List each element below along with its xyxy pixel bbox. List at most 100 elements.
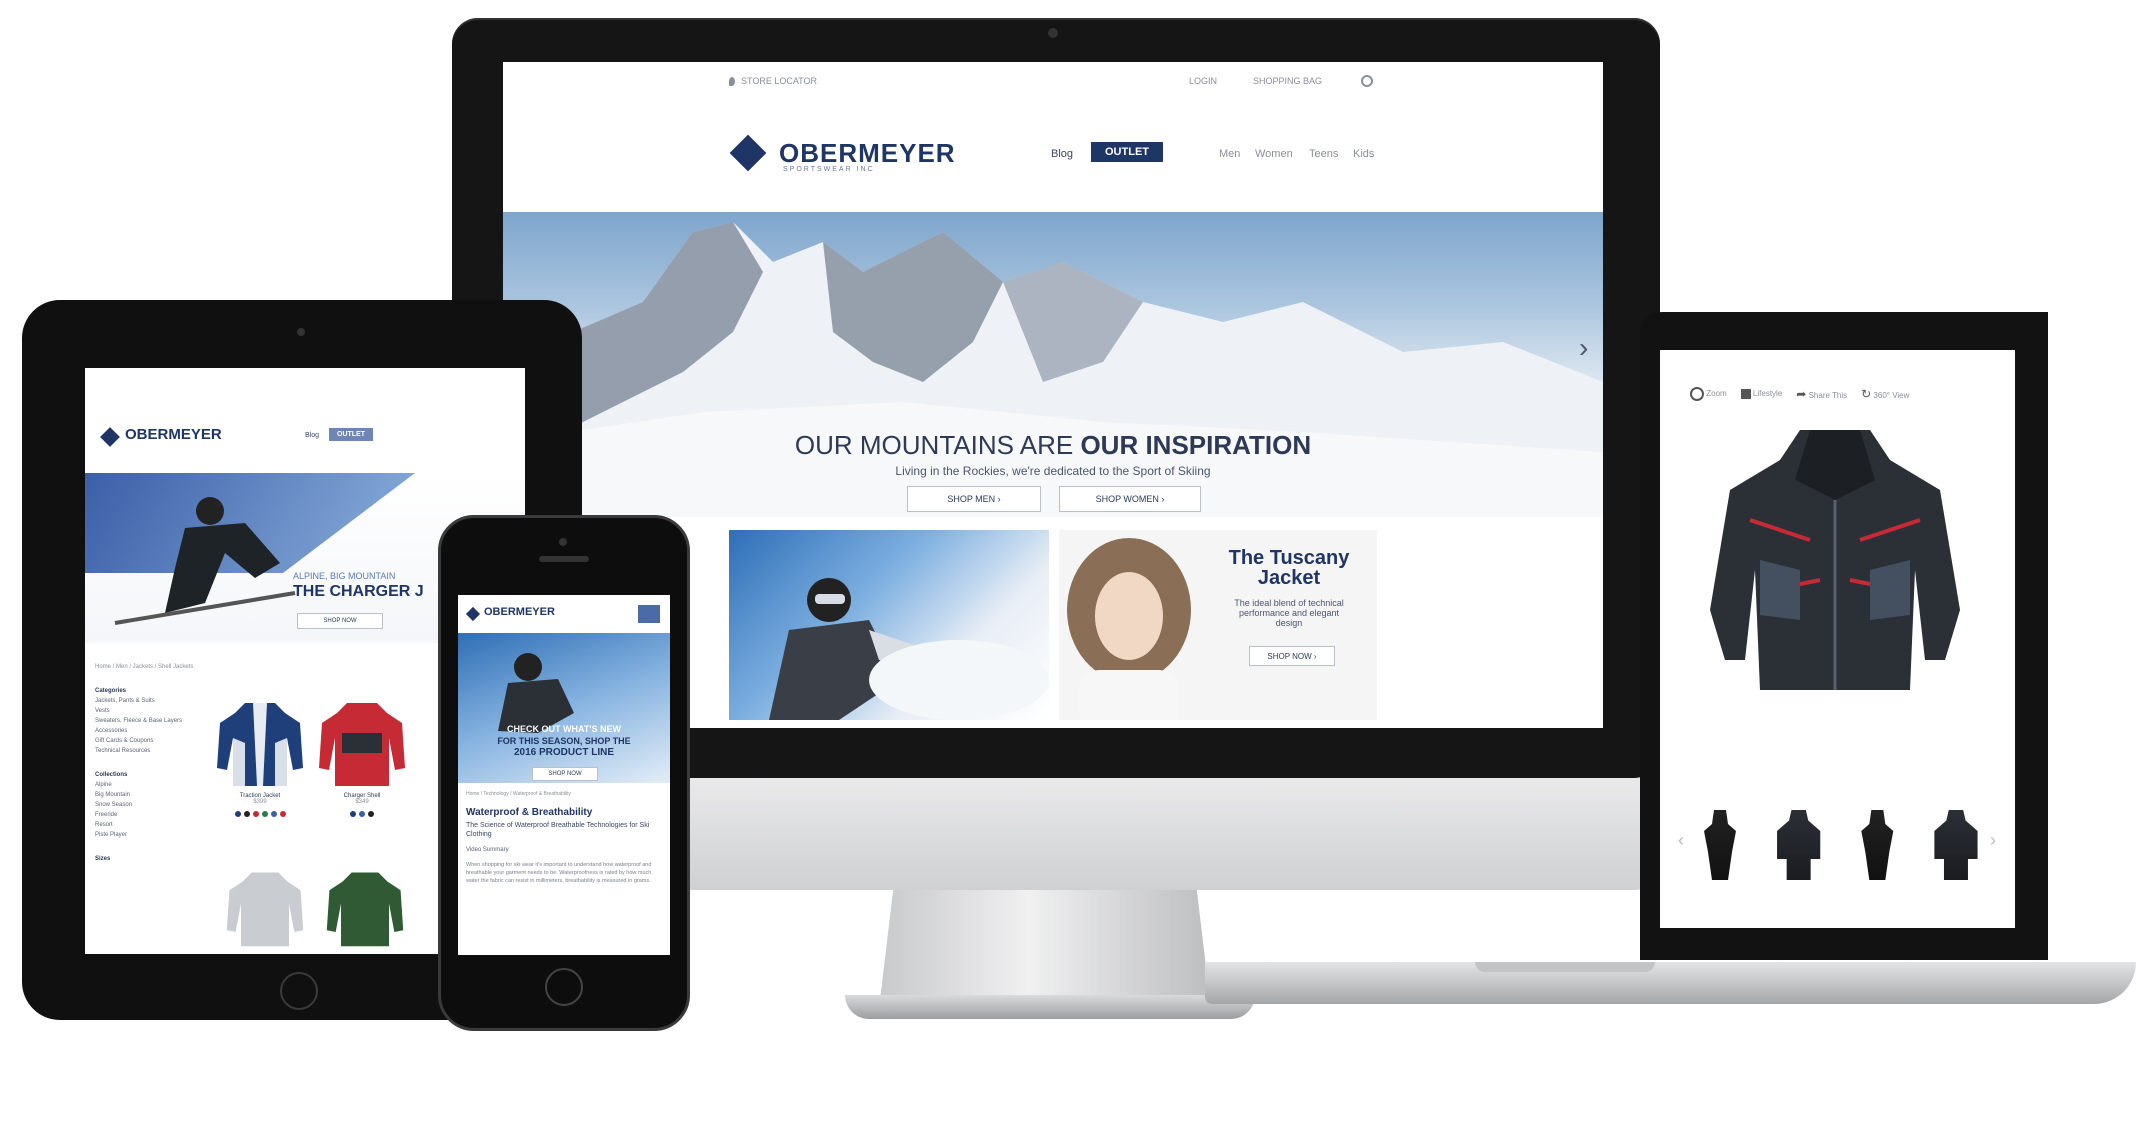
collections-heading: Collections (95, 772, 128, 778)
phone-article-label: Video Summary (466, 847, 509, 853)
nav-blog[interactable]: Blog (1051, 148, 1073, 160)
phone-logo-diamond-icon (465, 606, 481, 622)
swatch[interactable] (252, 811, 259, 817)
phone-banner-line-1: CHECK OUT WHAT'S NEW (507, 724, 621, 734)
phone-breadcrumb: Home / Technology / Waterproof & Breatha… (466, 791, 572, 797)
phone-banner-text: CHECK OUT WHAT'S NEW FOR THIS SEASON, SH… (464, 723, 664, 759)
hero-banner: OUR MOUNTAINS ARE OUR INSPIRATION Living… (503, 212, 1603, 517)
nav-men[interactable]: Men (1219, 148, 1240, 160)
swatch[interactable] (279, 811, 286, 817)
tablet-banner-kicker: ALPINE, BIG MOUNTAIN (293, 571, 396, 581)
shop-men-button[interactable]: SHOP MEN › (907, 486, 1041, 512)
category-item[interactable]: Vests (95, 706, 205, 716)
collection-item[interactable]: Big Mountain (95, 790, 205, 800)
phone-article-body: When shopping for ski wear it's importan… (466, 862, 652, 884)
phone-shop-now-label: SHOP NOW (548, 771, 582, 777)
sizes-heading: Sizes (95, 856, 111, 862)
promo-skier[interactable] (729, 530, 1049, 720)
color-swatches (317, 811, 407, 817)
tablet-banner-title: THE CHARGER J (293, 583, 424, 600)
thumbnail-3[interactable] (1861, 810, 1894, 880)
share-icon: ➦ (1796, 387, 1807, 401)
green-jacket-image (326, 872, 404, 947)
shop-women-label: SHOP WOMEN (1095, 494, 1159, 504)
logo[interactable]: OBERMEYER SPORTSWEAR INC (729, 134, 979, 174)
category-item[interactable]: Gift Cards & Coupons (95, 736, 205, 746)
tablet-camera-icon (297, 328, 305, 336)
phone-menu-icon[interactable] (638, 605, 660, 623)
phone-shop-now-button[interactable]: SHOP NOW (532, 767, 598, 781)
categories-heading: Categories (95, 688, 127, 694)
toolbar-lifestyle-label: Lifestyle (1752, 389, 1783, 399)
swatch[interactable] (359, 811, 365, 817)
swatch[interactable] (368, 811, 374, 817)
nav-teens[interactable]: Teens (1309, 148, 1338, 160)
toolbar-zoom-label: Zoom (1706, 389, 1727, 399)
login-link[interactable]: LOGIN (1189, 76, 1217, 86)
category-item[interactable]: Accessories (95, 726, 205, 736)
shop-men-label: SHOP MEN (947, 494, 996, 504)
collection-item[interactable]: Alpine (95, 780, 205, 790)
collection-item[interactable]: Piste Player (95, 830, 205, 840)
nav-kids[interactable]: Kids (1353, 148, 1374, 160)
zoom-icon (1690, 387, 1704, 401)
swatch[interactable] (350, 811, 356, 817)
category-item[interactable]: Sweaters, Fleece & Base Layers (95, 716, 205, 726)
collection-item[interactable]: Freeride (95, 810, 205, 820)
thumbnail-next-icon[interactable]: › (1990, 830, 1996, 851)
monitor-foot (845, 995, 1255, 1019)
nav-women[interactable]: Women (1255, 148, 1293, 160)
swatch[interactable] (261, 811, 268, 817)
phone-logo-text[interactable]: OBERMEYER (484, 606, 555, 618)
tablet-shop-now-label: SHOP NOW (323, 618, 357, 624)
hero-title-light: OUR MOUNTAINS ARE (794, 430, 1074, 460)
tablet-logo-text[interactable]: OBERMEYER (125, 426, 222, 443)
tablet-home-button[interactable] (280, 972, 318, 1010)
toolbar-360[interactable]: ↻ 360° View (1861, 387, 1909, 401)
product-card[interactable]: Traction Jacket $399 (215, 698, 305, 838)
site-header: OBERMEYER SPORTSWEAR INC Blog OUTLET Men… (503, 106, 1603, 216)
thumbnail-4[interactable] (1934, 810, 1978, 880)
thumbnail-1[interactable] (1704, 810, 1736, 880)
tablet-shop-now-button[interactable]: SHOP NOW (297, 613, 383, 629)
collection-item[interactable]: Resort (95, 820, 205, 830)
grid-icon (1740, 389, 1751, 399)
tablet-filter-sidebar: Categories Jackets, Pants & Suits Vests … (95, 686, 205, 864)
jacket-main-image (1710, 430, 1960, 690)
category-item[interactable]: Technical Resources (95, 746, 205, 756)
swatch[interactable] (270, 811, 277, 817)
thumbnail-2[interactable] (1777, 810, 1821, 880)
shop-women-button[interactable]: SHOP WOMEN › (1059, 486, 1201, 512)
category-item[interactable]: Jackets, Pants & Suits (95, 696, 205, 706)
product-card[interactable]: Charger Shell $349 (317, 698, 407, 838)
swatch[interactable] (243, 811, 250, 817)
swatch[interactable] (234, 811, 241, 817)
tablet-logo-diamond-icon (100, 427, 120, 447)
tablet-nav-blog[interactable]: Blog (305, 432, 319, 439)
store-locator-link[interactable]: STORE LOCATOR (741, 76, 817, 86)
carousel-next-icon[interactable]: › (1579, 332, 1588, 364)
phone-banner[interactable]: CHECK OUT WHAT'S NEW FOR THIS SEASON, SH… (458, 633, 670, 783)
phone-article-title: Waterproof & Breathability (466, 807, 593, 818)
toolbar-share[interactable]: ➦ Share This (1796, 387, 1847, 401)
logo-tagline: SPORTSWEAR INC (783, 166, 875, 173)
toolbar-share-label: Share This (1808, 391, 1848, 400)
phone-banner-line-2: FOR THIS SEASON, SHOP THE (497, 736, 631, 746)
rotate-icon: ↻ (1861, 387, 1872, 401)
promo-tuscany[interactable]: The Tuscany Jacket The ideal blend of te… (1059, 530, 1377, 720)
logo-diamond-icon (729, 134, 767, 172)
nav-outlet[interactable]: OUTLET (1091, 142, 1163, 162)
thumbnail-prev-icon[interactable]: ‹ (1678, 830, 1684, 851)
laptop-notch (1475, 962, 1655, 972)
shopping-bag-link[interactable]: SHOPPING BAG (1253, 76, 1322, 86)
hero-title-bold: OUR INSPIRATION (1080, 430, 1312, 460)
promo-shop-now-button[interactable]: SHOP NOW › (1249, 646, 1335, 666)
search-icon[interactable] (1361, 75, 1373, 87)
toolbar-lifestyle[interactable]: Lifestyle (1740, 389, 1783, 399)
phone-home-button[interactable] (545, 968, 583, 1006)
collection-item[interactable]: Snow Season (95, 800, 205, 810)
tablet-breadcrumb: Home / Men / Jackets / Shell Jackets (95, 664, 194, 670)
tablet-nav-outlet[interactable]: OUTLET (329, 428, 373, 441)
monitor-stand (880, 890, 1210, 1000)
toolbar-zoom[interactable]: Zoom (1690, 387, 1727, 401)
